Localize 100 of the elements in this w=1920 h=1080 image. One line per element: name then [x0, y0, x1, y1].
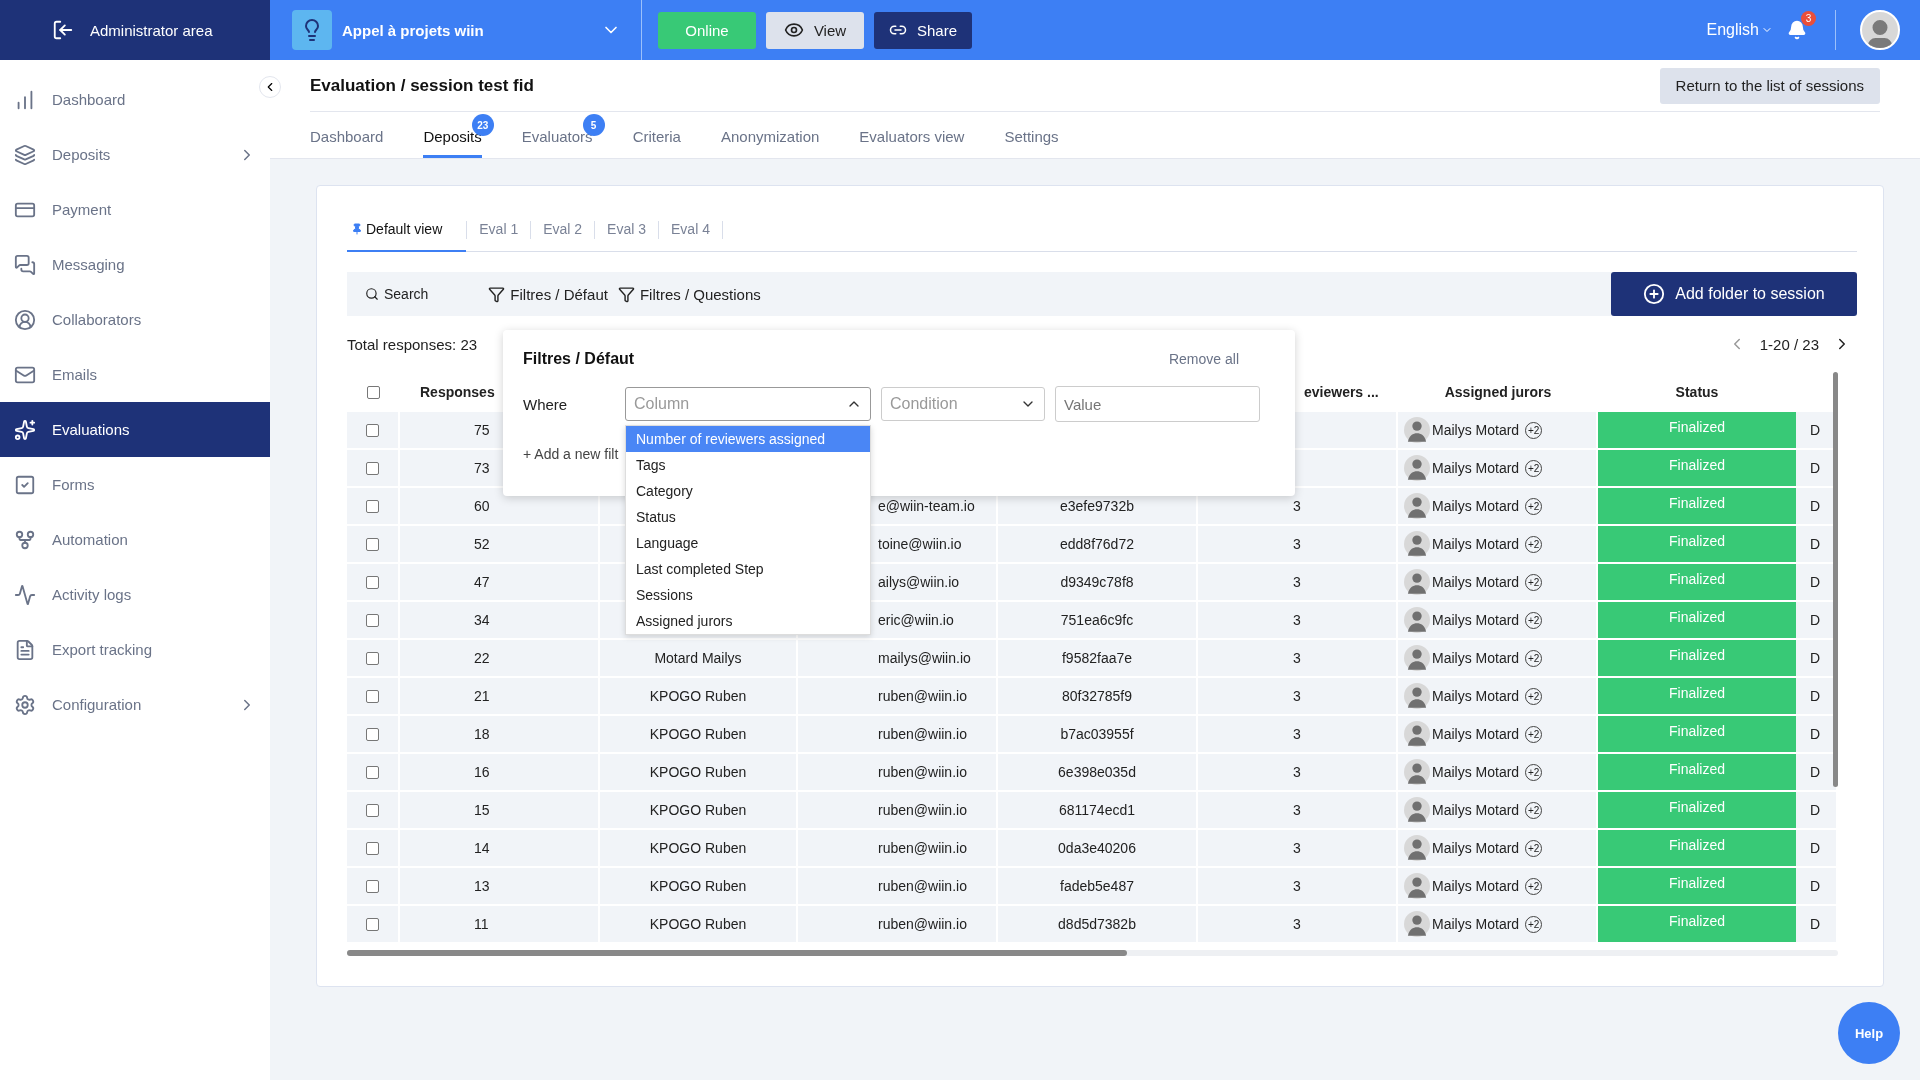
table-cell: 3	[1198, 526, 1398, 564]
dropdown-option[interactable]: Category	[626, 478, 870, 504]
checkbox[interactable]	[366, 917, 379, 931]
sidebar-item[interactable]: Export tracking	[0, 622, 270, 677]
view-tab[interactable]: Eval 1	[467, 207, 531, 252]
table-cell: D	[1796, 906, 1838, 944]
dropdown-option[interactable]: Language	[626, 530, 870, 556]
table-cell: 3	[1198, 488, 1398, 526]
admin-area-label[interactable]: Administrator area	[90, 21, 213, 39]
table-cell: 0da3e40206	[998, 830, 1198, 868]
table-cell: 3	[1198, 792, 1398, 830]
sidebar-item[interactable]: Forms	[0, 457, 270, 512]
tab[interactable]: Criteria	[632, 128, 681, 158]
table-cell: b7ac03955f	[998, 716, 1198, 754]
checkbox[interactable]	[366, 423, 379, 437]
avatar-icon	[1404, 873, 1430, 899]
help-button[interactable]: Help	[1838, 1002, 1900, 1064]
checkbox[interactable]	[366, 727, 379, 741]
filter-button[interactable]: Filtres / Défaut	[488, 285, 608, 303]
table-cell: 3	[1198, 564, 1398, 602]
sidebar-item[interactable]: Automation	[0, 512, 270, 567]
view-button[interactable]: View	[766, 11, 864, 49]
checkbox[interactable]	[366, 765, 379, 779]
dropdown-option[interactable]: Status	[626, 504, 870, 530]
sidebar-item[interactable]: Messaging	[0, 237, 270, 292]
table-cell: 18	[400, 716, 600, 754]
view-tab[interactable]: Eval 2	[531, 207, 595, 252]
dropdown-option[interactable]: Tags	[626, 452, 870, 478]
language-selector[interactable]: English	[1706, 21, 1773, 39]
sidebar-item[interactable]: Configuration	[0, 677, 270, 732]
filter-button[interactable]: Filtres / Questions	[617, 285, 761, 303]
table-cell: 3	[1198, 602, 1398, 640]
avatar-icon	[1404, 569, 1430, 595]
checkbox[interactable]	[366, 499, 379, 513]
exit-icon[interactable]	[52, 19, 74, 41]
checkbox[interactable]	[367, 385, 380, 399]
view-tab[interactable]: Eval 3	[595, 207, 659, 252]
table-cell: ruben@wiin.io	[798, 830, 998, 868]
status-badge: Finalized	[1598, 868, 1796, 906]
sidebar-item[interactable]: Payment	[0, 182, 270, 237]
table-cell: KPOGO Ruben	[600, 830, 798, 868]
status-badge: Finalized	[1598, 716, 1796, 754]
scrollbar[interactable]	[1833, 372, 1838, 787]
dropdown-option[interactable]: Number of reviewers assigned	[626, 426, 870, 452]
project-name[interactable]: Appel à projets wiin	[342, 21, 591, 39]
table-cell: KPOGO Ruben	[600, 792, 798, 830]
sidebar-item[interactable]: Collaborators	[0, 292, 270, 347]
table-cell: KPOGO Ruben	[600, 754, 798, 792]
checkbox[interactable]	[366, 461, 379, 475]
project-logo-icon	[292, 10, 332, 50]
table-cell: ruben@wiin.io	[798, 868, 998, 906]
juror-name: Mailys Motard	[1432, 574, 1520, 590]
filter-icon	[617, 285, 635, 303]
view-tab[interactable]: Eval 4	[659, 207, 722, 252]
dropdown-option[interactable]: Last completed Step	[626, 556, 870, 582]
avatar-icon	[1404, 607, 1430, 633]
share-button[interactable]: Share	[874, 11, 972, 49]
sidebar-item[interactable]: Deposits	[0, 127, 270, 182]
sidebar-item[interactable]: Evaluations	[0, 402, 270, 457]
tab[interactable]: Dashboard	[310, 128, 384, 158]
tab[interactable]: Settings	[1004, 128, 1059, 158]
table-cell: d9349c78f8	[998, 564, 1198, 602]
search-button[interactable]: Search	[365, 286, 429, 302]
back-button[interactable]: Return to the list of sessions	[1659, 67, 1880, 104]
condition-select[interactable]: Condition	[881, 387, 1045, 421]
user-avatar[interactable]	[1860, 10, 1900, 50]
sidebar-item[interactable]: Activity logs	[0, 567, 270, 622]
value-field[interactable]: Value	[1055, 386, 1260, 422]
checkbox[interactable]	[366, 879, 379, 893]
checkbox[interactable]	[366, 613, 379, 627]
view-tab[interactable]: Default view	[347, 207, 467, 252]
collapse-button[interactable]	[259, 76, 281, 98]
remove-all-link[interactable]: Remove all	[1162, 350, 1245, 368]
bell-icon[interactable]	[1787, 20, 1807, 40]
juror-name: Mailys Motard	[1432, 840, 1520, 856]
checkbox[interactable]	[366, 803, 379, 817]
column-header: Assigned jurors	[1444, 384, 1552, 400]
juror-name: Mailys Motard	[1432, 764, 1520, 780]
juror-name: Mailys Motard	[1432, 688, 1520, 704]
add-folder-button[interactable]: Add folder to session	[1611, 272, 1857, 316]
dropdown-option[interactable]: Sessions	[626, 582, 870, 608]
sidebar-item[interactable]: Dashboard	[0, 72, 270, 127]
checkbox[interactable]	[366, 651, 379, 665]
sidebar-item[interactable]: Emails	[0, 347, 270, 402]
scrollbar[interactable]	[347, 950, 1838, 956]
checkbox[interactable]	[366, 575, 379, 589]
checkbox[interactable]	[366, 841, 379, 855]
checkbox[interactable]	[366, 537, 379, 551]
status-badge: Finalized	[1598, 412, 1796, 450]
status-badge: Finalized	[1598, 488, 1796, 526]
table-cell: KPOGO Ruben	[600, 906, 798, 944]
dropdown-option[interactable]: Assigned jurors	[626, 608, 870, 634]
checkbox[interactable]	[366, 689, 379, 703]
table-cell: f9582faa7e	[998, 640, 1198, 678]
table-cell: 3	[1198, 640, 1398, 678]
table-cell: ruben@wiin.io	[798, 792, 998, 830]
tab[interactable]: Anonymization	[720, 128, 820, 158]
column-header: Status	[1675, 384, 1719, 400]
tab[interactable]: Evaluators view	[859, 128, 965, 158]
column-select[interactable]: Column	[625, 387, 871, 421]
